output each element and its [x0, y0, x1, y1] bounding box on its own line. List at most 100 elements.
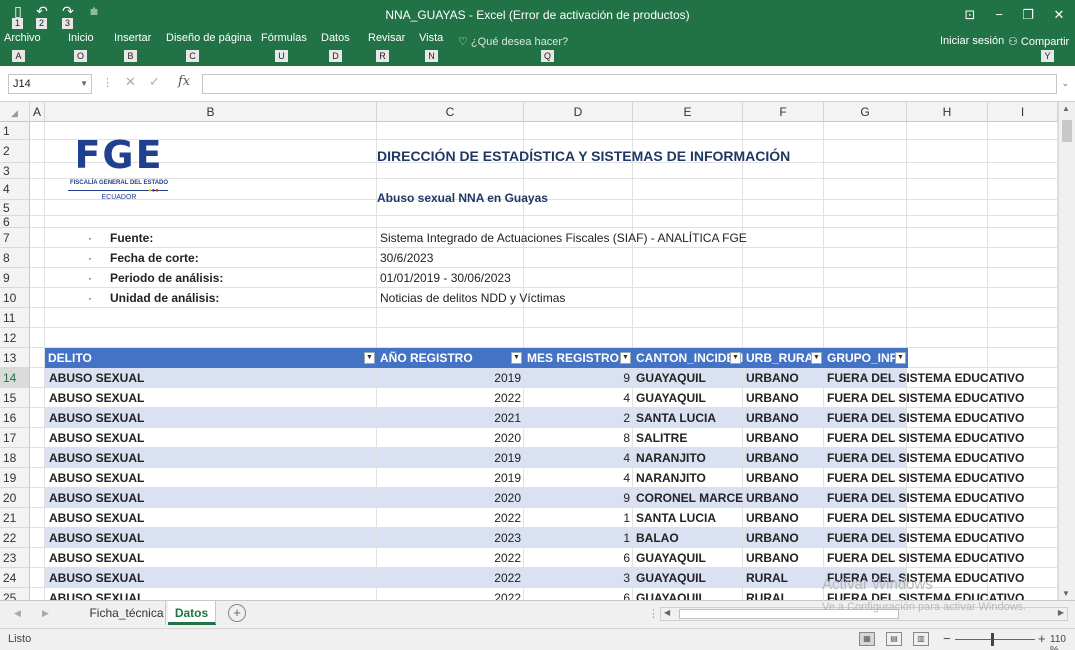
- column-header-e[interactable]: E: [633, 102, 743, 122]
- zoom-slider[interactable]: [955, 639, 1035, 640]
- cell-anio[interactable]: 2022: [377, 588, 521, 600]
- page-layout-view-icon[interactable]: ▤: [886, 632, 902, 646]
- ribbon-tab-insertar[interactable]: Insertar: [114, 32, 151, 44]
- cell-delito[interactable]: ABUSO SEXUAL: [49, 588, 144, 600]
- cell-delito[interactable]: ABUSO SEXUAL: [49, 368, 144, 388]
- prev-sheet-icon[interactable]: ◀: [14, 608, 21, 619]
- cell-mes[interactable]: 9: [524, 488, 630, 508]
- row-header-3[interactable]: 3: [0, 163, 30, 179]
- close-icon[interactable]: ✕: [1047, 5, 1071, 25]
- scroll-up-icon[interactable]: ▲: [1062, 104, 1070, 113]
- cell-anio[interactable]: 2022: [377, 508, 521, 528]
- cell-anio[interactable]: 2022: [377, 548, 521, 568]
- filter-dropdown-icon[interactable]: ▼: [730, 352, 741, 364]
- cell-delito[interactable]: ABUSO SEXUAL: [49, 488, 144, 508]
- cancel-icon[interactable]: ✕: [125, 74, 136, 90]
- cell-canton[interactable]: BALAO: [636, 528, 743, 548]
- filter-dropdown-icon[interactable]: ▼: [811, 352, 822, 364]
- tell-me-search[interactable]: ♡ ¿Qué desea hacer?: [458, 35, 568, 48]
- ribbon-tab-f-rmulas[interactable]: Fórmulas: [261, 32, 307, 44]
- scroll-down-icon[interactable]: ▼: [1062, 589, 1070, 598]
- cell-urb-rural[interactable]: URBANO: [746, 548, 799, 568]
- cell-anio[interactable]: 2022: [377, 388, 521, 408]
- row-header-19[interactable]: 19: [0, 468, 30, 488]
- row-header-15[interactable]: 15: [0, 388, 30, 408]
- cell-grupo[interactable]: FUERA DEL SISTEMA EDUCATIVO: [827, 408, 1024, 428]
- cell-mes[interactable]: 3: [524, 568, 630, 588]
- row-header-1[interactable]: 1: [0, 122, 30, 140]
- scroll-right-icon[interactable]: ▶: [1058, 608, 1064, 617]
- table-header-canton-incidente[interactable]: CANTON_INCIDEN ▼: [633, 348, 743, 368]
- cell-canton[interactable]: GUAYAQUIL: [636, 368, 743, 388]
- cell-grupo[interactable]: FUERA DEL SISTEMA EDUCATIVO: [827, 448, 1024, 468]
- cell-delito[interactable]: ABUSO SEXUAL: [49, 388, 144, 408]
- add-sheet-button[interactable]: +: [228, 604, 246, 622]
- column-header-i[interactable]: I: [988, 102, 1058, 122]
- cell-mes[interactable]: 4: [524, 448, 630, 468]
- cell-grupo[interactable]: FUERA DEL SISTEMA EDUCATIVO: [827, 488, 1024, 508]
- cell-canton[interactable]: GUAYAQUIL: [636, 548, 743, 568]
- cell-delito[interactable]: ABUSO SEXUAL: [49, 448, 144, 468]
- row-header-18[interactable]: 18: [0, 448, 30, 468]
- cell-anio[interactable]: 2020: [377, 488, 521, 508]
- table-header-delito[interactable]: DELITO ▼: [45, 348, 377, 368]
- cell-canton[interactable]: NARANJITO: [636, 448, 743, 468]
- ribbon-tab-vista[interactable]: Vista: [419, 32, 443, 44]
- column-header-d[interactable]: D: [524, 102, 633, 122]
- cell-urb-rural[interactable]: URBANO: [746, 408, 799, 428]
- row-header-12[interactable]: 12: [0, 328, 30, 348]
- cell-delito[interactable]: ABUSO SEXUAL: [49, 408, 144, 428]
- row-header-9[interactable]: 9: [0, 268, 30, 288]
- enter-icon[interactable]: ✓: [149, 74, 160, 90]
- row-header-20[interactable]: 20: [0, 488, 30, 508]
- cell-urb-rural[interactable]: URBANO: [746, 388, 799, 408]
- row-header-22[interactable]: 22: [0, 528, 30, 548]
- cell-urb-rural[interactable]: URBANO: [746, 508, 799, 528]
- share-button[interactable]: ⚇ Compartir: [1008, 35, 1069, 48]
- cell-grupo[interactable]: FUERA DEL SISTEMA EDUCATIVO: [827, 468, 1024, 488]
- table-header-mes-registro[interactable]: MES REGISTRO ▼: [524, 348, 633, 368]
- ribbon-tab-dise-o-de-p-gina[interactable]: Diseño de página: [166, 32, 252, 44]
- cell-delito[interactable]: ABUSO SEXUAL: [49, 508, 144, 528]
- insert-function-icon[interactable]: fx: [178, 74, 190, 89]
- formula-input[interactable]: [202, 74, 1057, 94]
- cell-anio[interactable]: 2020: [377, 428, 521, 448]
- row-header-13[interactable]: 13: [0, 348, 30, 368]
- filter-dropdown-icon[interactable]: ▼: [364, 352, 375, 364]
- zoom-in-icon[interactable]: +: [1038, 631, 1046, 646]
- row-header-25[interactable]: 25: [0, 588, 30, 600]
- cell-grupo[interactable]: FUERA DEL SISTEMA EDUCATIVO: [827, 528, 1024, 548]
- cell-canton[interactable]: SANTA LUCIA: [636, 508, 743, 528]
- cell-canton[interactable]: GUAYAQUIL: [636, 388, 743, 408]
- cell-delito[interactable]: ABUSO SEXUAL: [49, 548, 144, 568]
- cell-mes[interactable]: 6: [524, 548, 630, 568]
- cell-urb-rural[interactable]: URBANO: [746, 528, 799, 548]
- row-header-7[interactable]: 7: [0, 228, 30, 248]
- vertical-scrollbar[interactable]: ▲ ▼: [1058, 102, 1075, 600]
- cell-grupo[interactable]: FUERA DEL SISTEMA EDUCATIVO: [827, 368, 1024, 388]
- column-header-h[interactable]: H: [907, 102, 988, 122]
- row-header-14[interactable]: 14: [0, 368, 30, 388]
- cell-anio[interactable]: 2023: [377, 528, 521, 548]
- column-header-b[interactable]: B: [45, 102, 377, 122]
- cell-anio[interactable]: 2019: [377, 468, 521, 488]
- table-header-anio-registro[interactable]: AÑO REGISTRO ▼: [377, 348, 524, 368]
- column-header-f[interactable]: F: [743, 102, 824, 122]
- row-header-6[interactable]: 6: [0, 216, 30, 228]
- row-header-4[interactable]: 4: [0, 179, 30, 200]
- column-header-c[interactable]: C: [377, 102, 524, 122]
- cell-grupo[interactable]: FUERA DEL SISTEMA EDUCATIVO: [827, 428, 1024, 448]
- cell-mes[interactable]: 8: [524, 428, 630, 448]
- zoom-slider-thumb[interactable]: [991, 633, 994, 646]
- chevron-down-icon[interactable]: ▼: [80, 75, 88, 93]
- cell-canton[interactable]: CORONEL MARCELIN: [636, 488, 743, 508]
- cell-canton[interactable]: SALITRE: [636, 428, 743, 448]
- cell-mes[interactable]: 4: [524, 388, 630, 408]
- filter-dropdown-icon[interactable]: ▼: [620, 352, 631, 364]
- row-header-2[interactable]: 2: [0, 140, 30, 163]
- ribbon-display-icon[interactable]: ⊡: [958, 5, 982, 25]
- column-header-g[interactable]: G: [824, 102, 907, 122]
- cell-anio[interactable]: 2019: [377, 368, 521, 388]
- zoom-out-icon[interactable]: −: [943, 631, 951, 646]
- cell-urb-rural[interactable]: URBANO: [746, 428, 799, 448]
